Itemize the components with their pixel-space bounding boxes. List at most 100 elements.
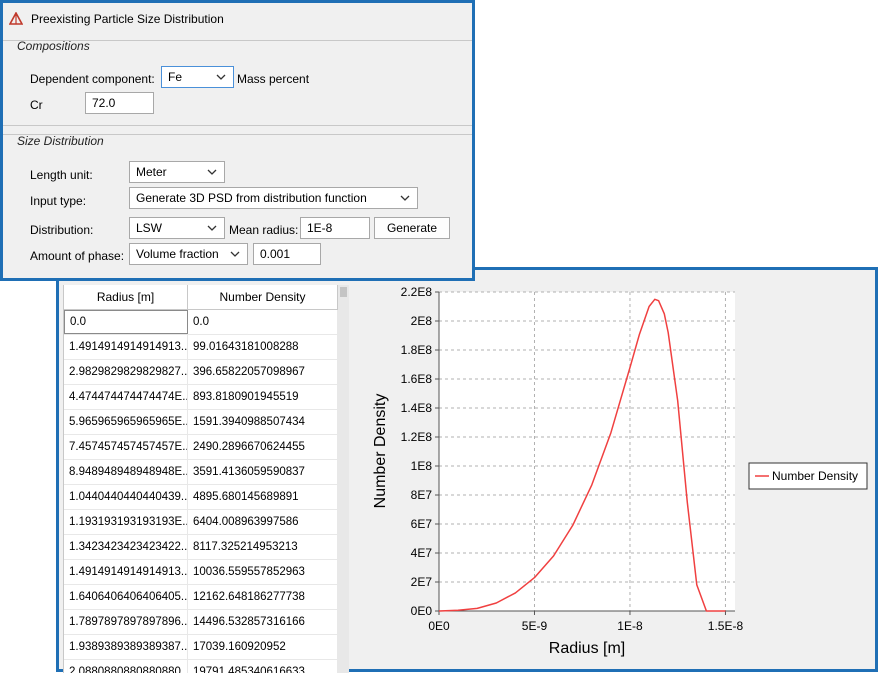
chevron-down-icon bbox=[400, 195, 410, 201]
plot-area bbox=[439, 292, 735, 611]
app-logo-icon bbox=[9, 12, 23, 25]
separator bbox=[3, 125, 472, 126]
table-row[interactable]: 1.4914914914914913... 99.01643181008288 bbox=[64, 335, 349, 360]
length-unit-label: Length unit: bbox=[30, 168, 93, 182]
table-row[interactable]: 1.193193193193193E... 6404.008963997586 bbox=[64, 510, 349, 535]
column-header-radius[interactable]: Radius [m] bbox=[64, 285, 188, 309]
y-tick-label: 4E7 bbox=[411, 546, 433, 560]
cell-radius[interactable]: 8.948948948948948E... bbox=[64, 460, 188, 484]
y-tick-label: 1.4E8 bbox=[401, 401, 433, 415]
y-tick-label: 2E8 bbox=[411, 314, 433, 328]
cell-radius[interactable]: 1.0440440440440439... bbox=[64, 485, 188, 509]
mean-radius-label: Mean radius: bbox=[229, 223, 299, 237]
cell-radius[interactable]: 1.7897897897897896... bbox=[64, 610, 188, 634]
cell-number-density[interactable]: 12162.648186277738 bbox=[188, 585, 338, 609]
chevron-down-icon bbox=[207, 169, 217, 175]
y-tick-label: 2E7 bbox=[411, 575, 433, 589]
cell-number-density[interactable]: 14496.532857316166 bbox=[188, 610, 338, 634]
cell-number-density[interactable]: 99.01643181008288 bbox=[188, 335, 338, 359]
x-tick-label: 5E-9 bbox=[522, 619, 548, 633]
column-header-number-density[interactable]: Number Density bbox=[188, 285, 338, 309]
amount-type-select[interactable]: Volume fraction bbox=[129, 243, 248, 265]
length-unit-value: Meter bbox=[136, 165, 167, 179]
cell-number-density[interactable]: 4895.680145689891 bbox=[188, 485, 338, 509]
generate-button[interactable]: Generate bbox=[374, 217, 450, 239]
cell-radius[interactable]: 1.4914914914914913... bbox=[64, 335, 188, 359]
table-row[interactable]: 1.9389389389389387... 17039.160920952 bbox=[64, 635, 349, 660]
cell-number-density[interactable]: 3591.4136059590837 bbox=[188, 460, 338, 484]
cr-label: Cr bbox=[30, 98, 43, 112]
amount-value-field[interactable]: 0.001 bbox=[253, 243, 321, 265]
compositions-group-title: Compositions bbox=[17, 39, 90, 53]
input-type-label: Input type: bbox=[30, 194, 87, 208]
y-tick-label: 1E8 bbox=[411, 459, 433, 473]
distribution-value: LSW bbox=[136, 221, 163, 235]
amount-type-value: Volume fraction bbox=[136, 247, 219, 261]
mass-percent-label: Mass percent bbox=[237, 72, 310, 86]
scrollbar-thumb[interactable] bbox=[340, 287, 347, 297]
cell-number-density[interactable]: 0.0 bbox=[188, 310, 338, 334]
table-row[interactable]: 0.0 0.0 bbox=[64, 310, 349, 335]
y-tick-label: 2.2E8 bbox=[401, 285, 433, 299]
table-scrollbar[interactable] bbox=[338, 285, 349, 673]
cell-number-density[interactable]: 6404.008963997586 bbox=[188, 510, 338, 534]
cell-radius[interactable]: 1.193193193193193E... bbox=[64, 510, 188, 534]
cell-radius[interactable]: 5.965965965965965E... bbox=[64, 410, 188, 434]
chevron-down-icon bbox=[230, 251, 240, 257]
cell-radius[interactable]: 1.6406406406406405... bbox=[64, 585, 188, 609]
mean-radius-field[interactable]: 1E-8 bbox=[300, 217, 370, 239]
cell-number-density[interactable]: 1591.3940988507434 bbox=[188, 410, 338, 434]
y-tick-label: 1.6E8 bbox=[401, 372, 433, 386]
y-axis-label: Number Density bbox=[372, 394, 389, 509]
chevron-down-icon bbox=[207, 225, 217, 231]
amount-of-phase-label: Amount of phase: bbox=[30, 249, 125, 263]
chevron-down-icon bbox=[216, 74, 226, 80]
x-axis-label: Radius [m] bbox=[549, 640, 625, 657]
cell-radius[interactable]: 2.0880880880880880... bbox=[64, 660, 188, 673]
cell-number-density[interactable]: 893.8180901945519 bbox=[188, 385, 338, 409]
table-row[interactable]: 7.457457457457457E... 2490.2896670624455 bbox=[64, 435, 349, 460]
cell-radius[interactable]: 1.9389389389389387... bbox=[64, 635, 188, 659]
size-distribution-group-title: Size Distribution bbox=[17, 134, 104, 148]
number-density-chart: 0E0 2E7 4E7 6E7 8E7 1E8 1.2E8 1.4E8 1.6E8 1.8E8 2E… bbox=[372, 285, 868, 657]
y-tick-label: 8E7 bbox=[411, 488, 433, 502]
cell-radius[interactable]: 7.457457457457457E... bbox=[64, 435, 188, 459]
table-row[interactable]: 2.0880880880880880... 19791.485340616633 bbox=[64, 660, 349, 673]
input-type-value: Generate 3D PSD from distribution functi… bbox=[136, 191, 367, 205]
table-row[interactable]: 4.474474474474474E... 893.8180901945519 bbox=[64, 385, 349, 410]
cell-number-density[interactable]: 8117.325214953213 bbox=[188, 535, 338, 559]
dependent-component-value: Fe bbox=[168, 70, 183, 84]
y-tick-label: 6E7 bbox=[411, 517, 433, 531]
table-row[interactable]: 1.3423423423423422... 8117.325214953213 bbox=[64, 535, 349, 560]
cell-number-density[interactable]: 19791.485340616633 bbox=[188, 660, 338, 673]
cell-number-density[interactable]: 10036.559557852963 bbox=[188, 560, 338, 584]
table-row[interactable]: 1.6406406406406405... 12162.648186277738 bbox=[64, 585, 349, 610]
dependent-component-label: Dependent component: bbox=[30, 72, 155, 86]
length-unit-select[interactable]: Meter bbox=[129, 161, 225, 183]
cr-value-field[interactable]: 72.0 bbox=[85, 92, 154, 114]
legend: Number Density bbox=[748, 462, 868, 490]
x-tick-label: 0E0 bbox=[428, 619, 450, 633]
dependent-component-select[interactable]: Fe bbox=[161, 66, 234, 88]
cell-number-density[interactable]: 2490.2896670624455 bbox=[188, 435, 338, 459]
psd-table[interactable]: Radius [m] Number Density 0.0 0.0 1.491491… bbox=[63, 285, 349, 673]
table-row[interactable]: 1.0440440440440439... 4895.680145689891 bbox=[64, 485, 349, 510]
table-row[interactable]: 8.948948948948948E... 3591.4136059590837 bbox=[64, 460, 349, 485]
cell-radius[interactable]: 1.4914914914914913... bbox=[64, 560, 188, 584]
table-row[interactable]: 1.4914914914914913... 10036.559557852963 bbox=[64, 560, 349, 585]
cell-radius[interactable]: 1.3423423423423422... bbox=[64, 535, 188, 559]
cell-radius[interactable]: 2.9829829829829827... bbox=[64, 360, 188, 384]
table-row[interactable]: 5.965965965965965E... 1591.3940988507434 bbox=[64, 410, 349, 435]
cell-number-density[interactable]: 396.65822057098967 bbox=[188, 360, 338, 384]
cell-radius[interactable]: 4.474474474474474E... bbox=[64, 385, 188, 409]
input-type-select[interactable]: Generate 3D PSD from distribution functi… bbox=[129, 187, 418, 209]
table-row[interactable]: 2.9829829829829827... 396.65822057098967 bbox=[64, 360, 349, 385]
distribution-panel: Radius [m] Number Density 0.0 0.0 1.491491… bbox=[56, 267, 878, 673]
legend-label: Number Density bbox=[772, 469, 858, 483]
table-row[interactable]: 1.7897897897897896... 14496.532857316166 bbox=[64, 610, 349, 635]
y-tick-label: 1.2E8 bbox=[401, 430, 433, 444]
cell-radius[interactable]: 0.0 bbox=[64, 310, 188, 334]
distribution-select[interactable]: LSW bbox=[129, 217, 225, 239]
title-bar: Preexisting Particle Size Distribution bbox=[9, 9, 224, 29]
cell-number-density[interactable]: 17039.160920952 bbox=[188, 635, 338, 659]
